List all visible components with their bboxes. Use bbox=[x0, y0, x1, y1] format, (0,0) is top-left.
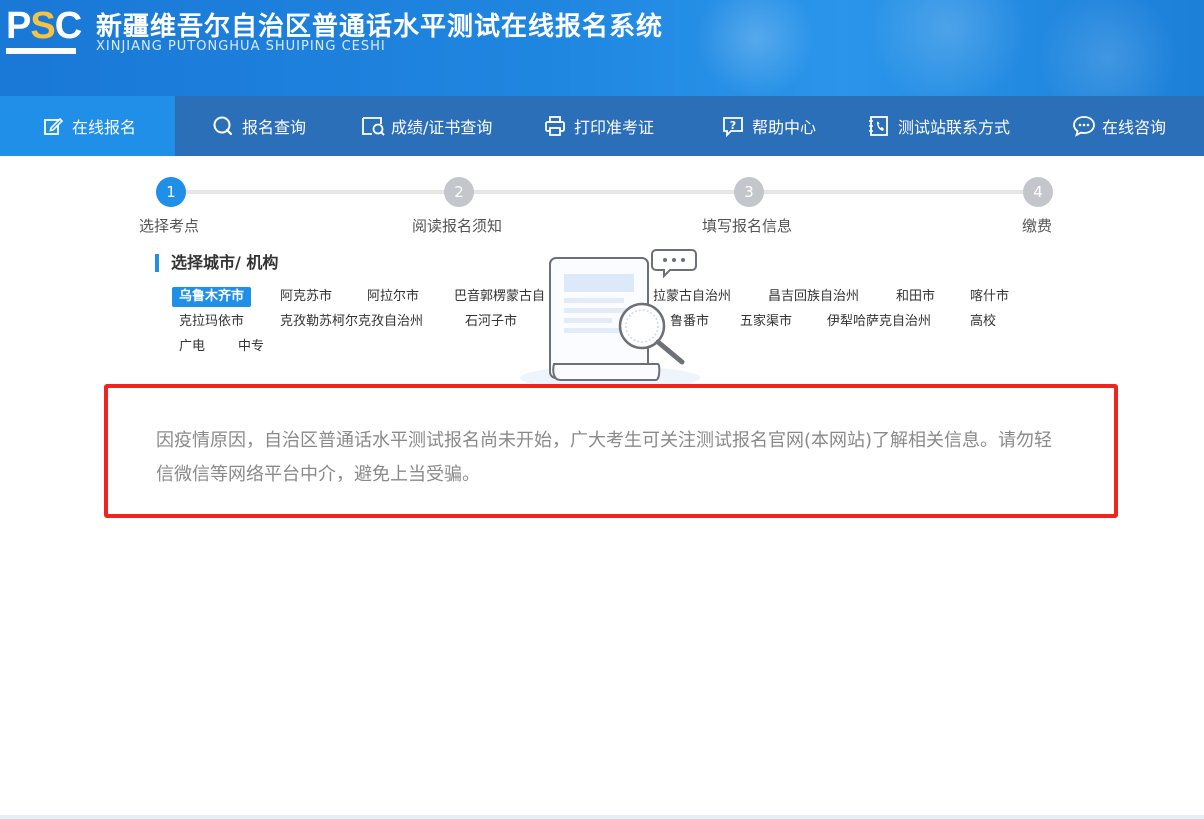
step-3-indicator: 3 bbox=[734, 177, 764, 207]
psc-logo: PSC bbox=[6, 6, 82, 58]
site-title-english: XINJIANG PUTONGHUA SHUIPING CESHI bbox=[96, 39, 386, 54]
epidemic-notice-box: 因疫情原因，自治区普通话水平测试报名尚未开始，广大考生可关注测试报名官网(本网站… bbox=[104, 384, 1118, 518]
chat-icon bbox=[1072, 115, 1095, 137]
city-option[interactable]: 广电 bbox=[179, 337, 205, 357]
page-bottom-border bbox=[0, 815, 1204, 819]
certificate-search-icon bbox=[361, 115, 385, 137]
step-1-label: 选择考点 bbox=[139, 217, 200, 235]
header-banner: PSC 新疆维吾尔自治区普通话水平测试在线报名系统 XINJIANG PUTON… bbox=[0, 0, 1204, 96]
city-option[interactable]: 高校 bbox=[970, 312, 996, 332]
city-option[interactable]: 乌鲁木齐市 bbox=[172, 287, 252, 307]
nav-help-center[interactable]: ? 帮助中心 bbox=[722, 96, 816, 156]
city-option[interactable]: 伊犁哈萨克自治州 bbox=[827, 312, 931, 332]
city-option[interactable]: 克拉玛依市 bbox=[179, 312, 244, 332]
step-2-label: 阅读报名须知 bbox=[412, 217, 503, 235]
section-title-city: 选择城市/ 机构 bbox=[155, 254, 278, 272]
nav-online-registration[interactable]: 在线报名 bbox=[0, 96, 175, 156]
city-option[interactable]: 和田市 bbox=[896, 287, 935, 307]
step-2-indicator: 2 bbox=[444, 177, 474, 207]
nav-online-consultation[interactable]: 在线咨询 bbox=[1072, 96, 1166, 156]
step-4-indicator: 4 bbox=[1023, 177, 1053, 207]
step-3-label: 填写报名信息 bbox=[702, 217, 793, 235]
search-icon bbox=[212, 115, 234, 137]
steps-track bbox=[171, 190, 1038, 194]
city-option[interactable]: 克孜勒苏柯尔克孜自治州 bbox=[280, 312, 423, 332]
city-option[interactable]: 阿克苏市 bbox=[280, 287, 332, 307]
nav-print-admission-ticket[interactable]: 打印准考证 bbox=[544, 96, 654, 156]
phone-book-icon bbox=[868, 115, 890, 137]
nav-registration-query[interactable]: 报名查询 bbox=[212, 96, 306, 156]
edit-icon bbox=[42, 115, 64, 137]
city-option[interactable]: 昌吉回族自治州 bbox=[768, 287, 859, 307]
city-option[interactable]: 阿拉尔市 bbox=[367, 287, 419, 307]
step-4-label: 缴费 bbox=[1022, 217, 1053, 235]
svg-text:?: ? bbox=[730, 119, 736, 132]
city-option[interactable]: 中专 bbox=[238, 337, 264, 357]
nav-test-station-contacts[interactable]: 测试站联系方式 bbox=[868, 96, 1010, 156]
main-nav: 在线报名 报名查询 成绩/证书查询 打印准考证 ? 帮助中心 测试站联系方式 在… bbox=[0, 96, 1204, 156]
city-option[interactable]: 五家渠市 bbox=[740, 312, 792, 332]
document-search-illustration bbox=[510, 240, 710, 400]
notice-text: 因疫情原因，自治区普通话水平测试报名尚未开始，广大考生可关注测试报名官网(本网站… bbox=[156, 430, 1053, 485]
help-icon: ? bbox=[722, 115, 744, 138]
nav-score-certificate-query[interactable]: 成绩/证书查询 bbox=[361, 96, 492, 156]
step-1-indicator: 1 bbox=[156, 177, 186, 207]
site-title: 新疆维吾尔自治区普通话水平测试在线报名系统 bbox=[96, 12, 664, 42]
printer-icon bbox=[544, 115, 566, 137]
city-option[interactable]: 喀什市 bbox=[970, 287, 1009, 307]
